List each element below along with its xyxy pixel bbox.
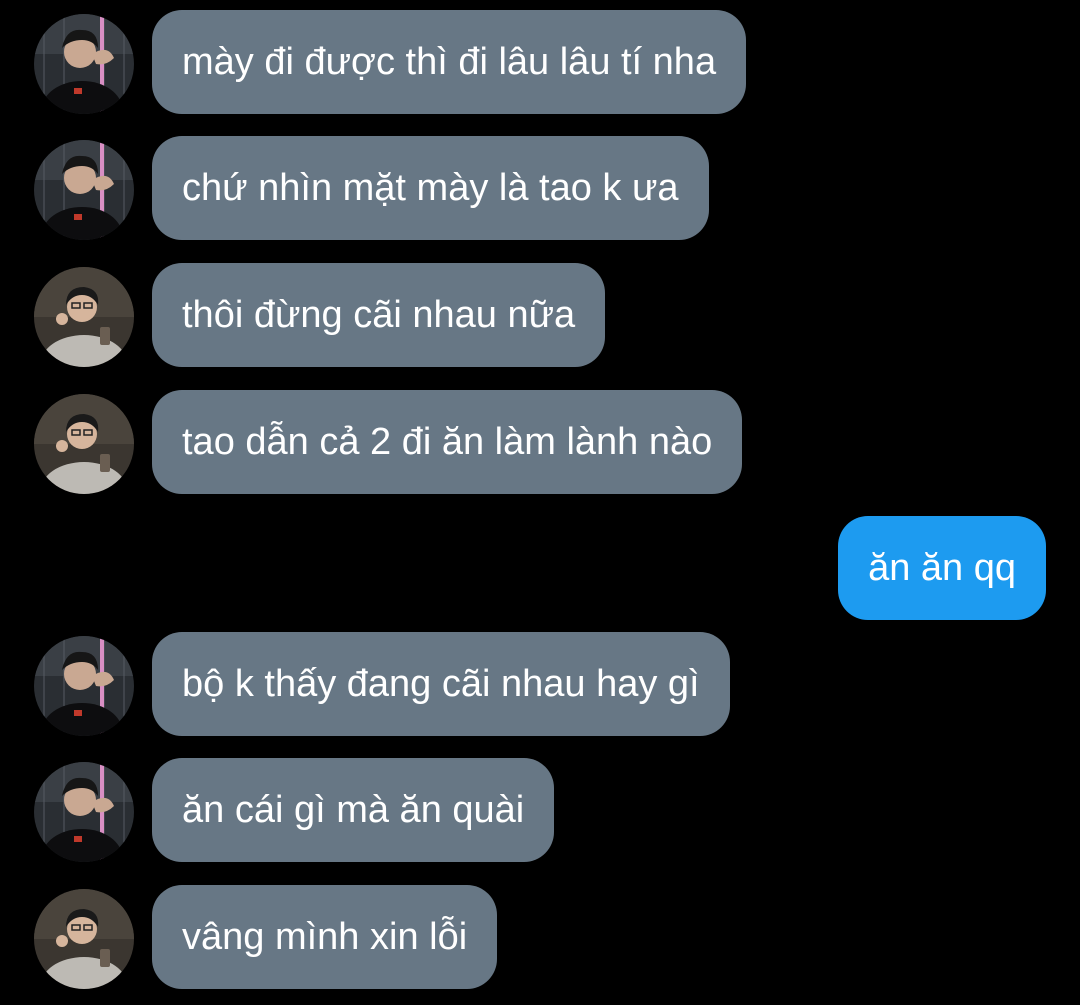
avatar-user-a[interactable]: [34, 762, 134, 862]
message-row: vâng mình xin lỗi: [0, 885, 1080, 989]
outgoing-message-bubble[interactable]: ăn ăn qq: [838, 516, 1046, 620]
message-bubble[interactable]: chứ nhìn mặt mày là tao k ưa: [152, 136, 709, 240]
avatar-user-a[interactable]: [34, 14, 134, 114]
message-bubble[interactable]: tao dẫn cả 2 đi ăn làm lành nào: [152, 390, 743, 494]
message-bubble[interactable]: ăn cái gì mà ăn quài: [152, 758, 555, 862]
avatar-user-b[interactable]: [34, 267, 134, 367]
message-bubble[interactable]: bộ k thấy đang cãi nhau hay gì: [152, 632, 730, 736]
message-row: ăn cái gì mà ăn quài: [0, 758, 1080, 862]
avatar-user-a[interactable]: [34, 636, 134, 736]
message-row: ăn ăn qq: [0, 516, 1080, 620]
message-row: thôi đừng cãi nhau nữa: [0, 263, 1080, 367]
avatar-user-b[interactable]: [34, 889, 134, 989]
avatar-user-a[interactable]: [34, 140, 134, 240]
avatar-user-b[interactable]: [34, 394, 134, 494]
message-bubble[interactable]: mày đi được thì đi lâu lâu tí nha: [152, 10, 747, 114]
message-row: bộ k thấy đang cãi nhau hay gì: [0, 632, 1080, 736]
message-row: chứ nhìn mặt mày là tao k ưa: [0, 136, 1080, 240]
message-bubble[interactable]: vâng mình xin lỗi: [152, 885, 498, 989]
message-row: mày đi được thì đi lâu lâu tí nha: [0, 10, 1080, 114]
message-row: tao dẫn cả 2 đi ăn làm lành nào: [0, 390, 1080, 494]
message-bubble[interactable]: thôi đừng cãi nhau nữa: [152, 263, 606, 367]
